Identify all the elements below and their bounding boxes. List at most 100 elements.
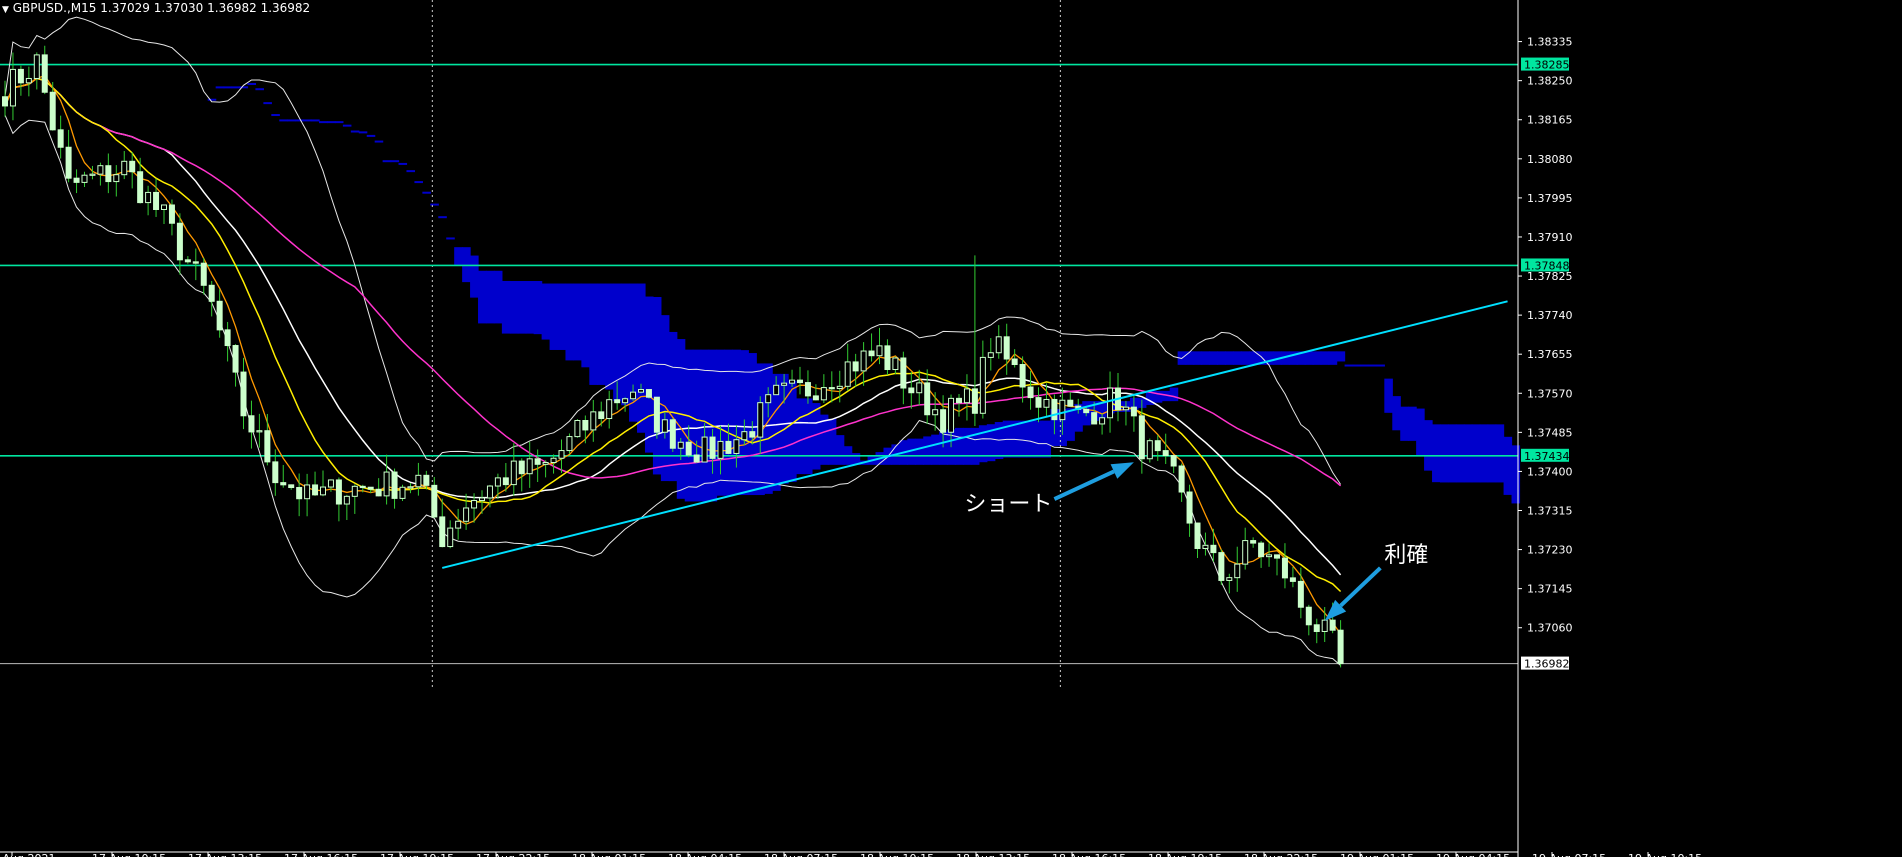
candle-body [852, 361, 859, 372]
ichimoku-cloud-segment [644, 296, 654, 453]
price-tick-label: 1.37485 [1527, 426, 1573, 439]
price-tick-label: 1.37910 [1527, 231, 1573, 244]
candle-body [41, 54, 48, 93]
ichimoku-cloud-segment [1479, 424, 1489, 483]
candle-body [956, 397, 962, 404]
dropdown-triangle-icon[interactable]: ▼ [2, 5, 9, 15]
candle-body [65, 146, 72, 179]
ichimoku-cloud-segment [533, 281, 543, 335]
ichimoku-cloud-segment [311, 119, 320, 122]
ichimoku-cloud-segment [1034, 420, 1044, 458]
candle-body [455, 520, 462, 529]
candle-body [153, 191, 160, 210]
candle-body [1266, 554, 1273, 558]
ichimoku-cloud-segment [478, 270, 487, 324]
price-tick-label: 1.38080 [1527, 153, 1573, 166]
ichimoku-cloud-segment [509, 281, 519, 334]
candle-body [828, 387, 835, 390]
candle-body [709, 436, 716, 459]
ichimoku-cloud-segment [1344, 364, 1354, 367]
ichimoku-cloud-segment [398, 162, 408, 165]
candle-body [1218, 552, 1225, 581]
candle-body [908, 387, 915, 394]
ichimoku-cloud-segment [1360, 364, 1370, 367]
candle-body [240, 371, 247, 417]
ichimoku-cloud-segment [1320, 351, 1330, 365]
ichimoku-cloud-segment [589, 283, 598, 385]
candle-body [526, 458, 533, 475]
level-price-label: 1.37434 [1524, 450, 1570, 463]
time-tick-label: 19 Aug 10:15 [1628, 852, 1702, 857]
candle-body [208, 284, 215, 302]
candle-body [33, 54, 40, 79]
ichimoku-cloud-segment [326, 121, 336, 124]
ichimoku-cloud-segment [565, 283, 575, 361]
symbol-label: GBPUSD.,M15 [12, 1, 97, 15]
candle-body [1242, 540, 1249, 565]
candle-body [717, 440, 724, 459]
ichimoku-cloud-segment [1447, 424, 1457, 483]
ichimoku-cloud-segment [279, 119, 288, 122]
candle-body [486, 485, 493, 499]
time-tick-label: 17 Aug 10:15 [92, 852, 166, 857]
candle-body [685, 441, 692, 456]
candle-body [248, 415, 255, 433]
candle-body [17, 68, 24, 84]
ichimoku-cloud-segment [541, 283, 551, 340]
candle-body [1305, 606, 1312, 626]
candle-body [701, 436, 708, 463]
candle-body [1051, 398, 1058, 421]
candle [1146, 438, 1153, 463]
candle-body [399, 486, 406, 499]
candle-body [669, 419, 676, 449]
candle-body [57, 129, 64, 148]
ichimoku-cloud-segment [923, 436, 932, 465]
ichimoku-cloud-segment [764, 363, 773, 494]
candle-body [479, 497, 485, 502]
candle-body [113, 174, 120, 183]
candle-body [948, 397, 955, 433]
ichimoku-cloud-segment [1328, 351, 1338, 365]
candle-body [184, 259, 191, 263]
candle-body [129, 160, 136, 173]
ichimoku-cloud-segment [1217, 351, 1226, 365]
annotation-text: ショート [964, 492, 1052, 517]
candle [653, 396, 660, 439]
price-tick-label: 1.37740 [1527, 309, 1573, 322]
candle-body [1043, 398, 1050, 408]
candle-body [2, 96, 8, 107]
candle-body [1281, 557, 1288, 579]
candle-body [1083, 408, 1090, 414]
ichimoku-cloud-segment [1368, 364, 1377, 367]
candle-body [558, 450, 565, 459]
candle-body [749, 431, 756, 438]
ichimoku-cloud-segment [621, 283, 630, 406]
candle [669, 418, 676, 452]
candle-body [423, 474, 430, 486]
candle-body [924, 382, 931, 416]
candle-body [1154, 440, 1161, 452]
candle-body [1337, 629, 1344, 665]
candle-body [73, 177, 80, 183]
ichimoku-cloud-segment [597, 283, 606, 385]
candle-body [494, 477, 501, 487]
candle-body [1170, 455, 1177, 467]
candle-body [200, 262, 207, 286]
candle-body [534, 458, 541, 465]
ichimoku-cloud-segment [1225, 351, 1234, 365]
candle-body [987, 352, 994, 358]
price-tick-label: 1.37230 [1527, 544, 1573, 557]
ichimoku-cloud-segment [271, 114, 280, 117]
candle-body [105, 165, 112, 183]
candle-body [97, 165, 104, 175]
candle-body [757, 402, 764, 438]
price-chart[interactable]: ショート利確 1.38335 1.38250 1.38165 1.38080 1.379… [0, 0, 1902, 857]
candle-body [971, 388, 978, 414]
candle-body [900, 357, 907, 389]
candle-body [383, 471, 390, 497]
ichimoku-cloud-segment [1018, 420, 1028, 458]
ichimoku-cloud-segment [485, 270, 495, 324]
candle-body [860, 350, 867, 372]
ichimoku-cloud-segment [835, 435, 845, 465]
candle-body [518, 460, 525, 475]
